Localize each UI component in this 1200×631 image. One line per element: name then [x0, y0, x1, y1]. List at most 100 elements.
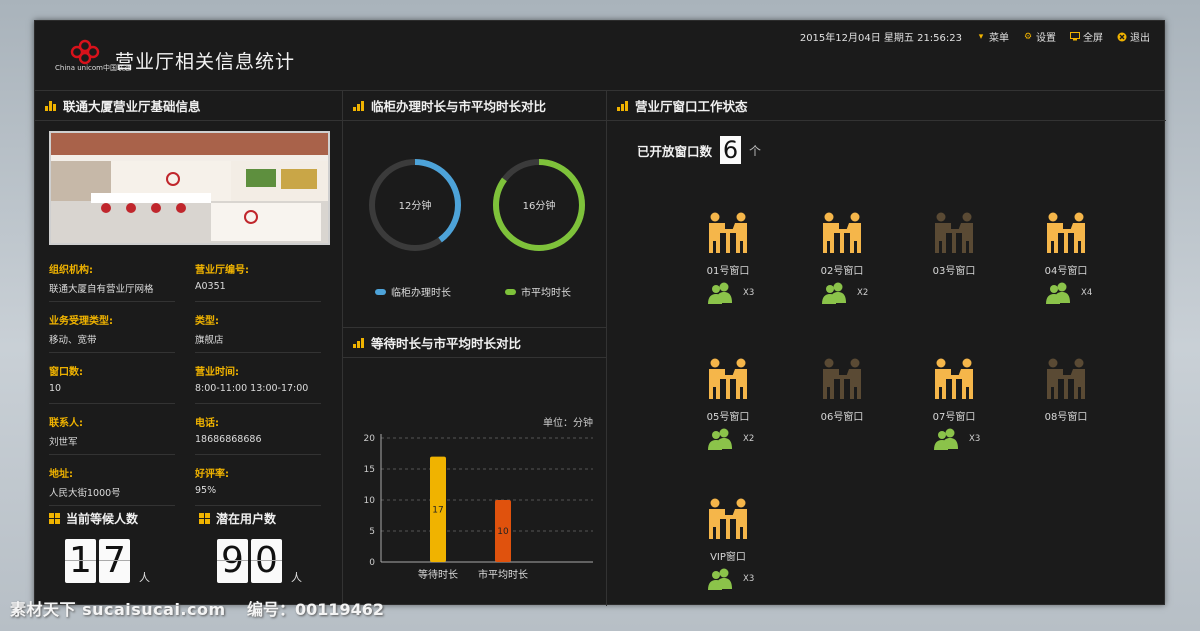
- waiting-title-text: 当前等候人数: [66, 512, 139, 526]
- people-icon: [708, 568, 732, 590]
- field-value: 移动、宽带: [49, 335, 97, 346]
- watermark-left: 素材天下 sucaisucai.com: [10, 600, 226, 619]
- field-label: 窗口数:: [49, 367, 83, 378]
- field-contact: 联系人: 刘世军: [49, 408, 175, 455]
- people-icon: [708, 282, 732, 304]
- window-label: 05号窗口: [706, 412, 750, 423]
- bar-data-label: 10: [497, 527, 509, 537]
- counter-service-icon: [1047, 212, 1085, 253]
- people-icon: [708, 428, 732, 450]
- fullscreen-button[interactable]: 全屏: [1070, 29, 1103, 44]
- potential-unit: 人: [291, 571, 302, 584]
- legend-label-counter: 临柜办理时长: [391, 288, 451, 299]
- counter-service-icon: [709, 358, 747, 399]
- ring-label: 16分钟: [523, 199, 556, 212]
- counter-time-header: 临柜办理时长与市平均时长对比: [343, 91, 606, 121]
- service-window[interactable]: 01号窗口 X3: [683, 211, 773, 311]
- service-window[interactable]: 04号窗口 X4: [1021, 211, 1111, 311]
- trend-chart-icon: [353, 337, 365, 348]
- bar-chart-icon: [45, 100, 57, 111]
- hall-photo: [49, 131, 330, 245]
- window-status-title: 营业厅窗口工作状态: [635, 99, 748, 114]
- queue-indicator: X3: [933, 427, 980, 451]
- settings-button[interactable]: ⚙ 设置: [1023, 29, 1056, 45]
- potential-title-text: 潜在用户数: [216, 512, 277, 526]
- window-label: 01号窗口: [706, 266, 750, 277]
- window-label: 06号窗口: [820, 412, 864, 423]
- field-value: A0351: [195, 281, 226, 292]
- service-window[interactable]: 05号窗口 X2: [683, 357, 773, 457]
- settings-label: 设置: [1036, 33, 1056, 44]
- field-value: 18686868686: [195, 434, 262, 445]
- field-value: 旗舰店: [195, 335, 224, 346]
- watermark-right: 编号：00119462: [247, 600, 385, 619]
- window-label: 08号窗口: [1044, 412, 1088, 423]
- service-window[interactable]: 02号窗口 X2: [797, 211, 887, 311]
- window-label: VIP窗口: [710, 552, 746, 563]
- field-window-count: 窗口数: 10: [49, 357, 175, 404]
- open-window-count: 已开放窗口数 6 个: [637, 136, 761, 164]
- wait-time-panel: 等待时长与市平均时长对比 单位：分钟 0 5 10 15 20 17 等待时长 10 市平均时长: [343, 328, 607, 606]
- counter-service-icon: [1047, 358, 1085, 399]
- counter-service-icon: [709, 212, 747, 253]
- service-window[interactable]: VIP窗口 X3: [683, 497, 773, 597]
- queue-count: X3: [743, 288, 755, 298]
- field-value: 人民大街1000号: [49, 488, 121, 499]
- exit-button[interactable]: 退出: [1117, 29, 1150, 44]
- potential-digit: 0: [251, 539, 282, 583]
- service-window[interactable]: 07号窗口 X3: [909, 357, 999, 457]
- field-value: 10: [49, 383, 62, 394]
- y-tick-label: 0: [369, 558, 375, 568]
- basic-info-title: 联通大厦营业厅基础信息: [63, 99, 201, 114]
- counter-service-icon: [709, 498, 747, 539]
- basic-info-header: 联通大厦营业厅基础信息: [35, 91, 342, 121]
- field-value: 联通大厦自有营业厅网格: [49, 284, 154, 295]
- counter-service-icon: [935, 212, 973, 253]
- grid-icon: [49, 513, 60, 524]
- field-organization: 组织机构: 联通大厦自有营业厅网格: [49, 255, 175, 302]
- legend-swatch-counter: [375, 288, 386, 295]
- y-tick-label: 20: [364, 434, 376, 444]
- caret-down-icon: ▾: [978, 31, 984, 42]
- y-tick-label: 5: [369, 527, 375, 537]
- queue-count: X4: [1081, 288, 1093, 298]
- menu-button[interactable]: ▾ 菜单: [976, 29, 1009, 45]
- waiting-title: 当前等候人数: [49, 510, 138, 527]
- service-window[interactable]: 06号窗口: [797, 357, 887, 457]
- y-tick-label: 15: [364, 465, 375, 475]
- service-window[interactable]: 03号窗口: [909, 211, 999, 311]
- legend-counter: 临柜办理时长: [375, 284, 451, 299]
- field-label: 地址:: [49, 469, 73, 480]
- queue-count: X2: [743, 434, 755, 444]
- window-status-header: 营业厅窗口工作状态: [607, 91, 1166, 121]
- datetime: 2015年12月04日 星期五 21:56:23: [799, 33, 962, 44]
- exit-label: 退出: [1130, 33, 1150, 44]
- grid-icon: [199, 513, 210, 524]
- fullscreen-label: 全屏: [1083, 33, 1103, 44]
- potential-digit: 9: [217, 539, 248, 583]
- field-value: 95%: [195, 485, 217, 496]
- service-window[interactable]: 08号窗口: [1021, 357, 1111, 457]
- legend-label-city-avg: 市平均时长: [521, 288, 571, 299]
- field-label: 联系人:: [49, 418, 83, 429]
- counter-service-icon: [823, 358, 861, 399]
- window-label: 04号窗口: [1044, 266, 1088, 277]
- field-type: 类型: 旗舰店: [195, 306, 321, 353]
- field-label: 好评率:: [195, 469, 229, 480]
- window-label: 02号窗口: [820, 266, 864, 277]
- close-circle-icon: [1117, 32, 1127, 42]
- people-icon: [1046, 282, 1070, 304]
- open-count-digit: 6: [720, 136, 742, 164]
- bar-data-label: 17: [432, 505, 443, 515]
- counter-time-panel: 临柜办理时长与市平均时长对比 12分钟 16分钟 临柜办理时长 市平均时长: [343, 91, 607, 328]
- queue-count: X3: [743, 574, 755, 584]
- wait-time-bar-chart: 0 5 10 15 20 17 等待时长 10 市平均时长: [364, 434, 593, 581]
- field-hall-number: 营业厅编号: A0351: [195, 255, 321, 302]
- waiting-digit: 7: [99, 539, 130, 583]
- unicom-knot-icon: [70, 39, 100, 65]
- waiting-unit: 人: [139, 571, 150, 584]
- field-rating: 好评率: 95%: [195, 459, 321, 506]
- field-address: 地址: 人民大街1000号: [49, 459, 175, 506]
- window-label: 07号窗口: [932, 412, 976, 423]
- header: China unicom中国联通 营业厅相关信息统计 2015年12月04日 星…: [35, 21, 1164, 91]
